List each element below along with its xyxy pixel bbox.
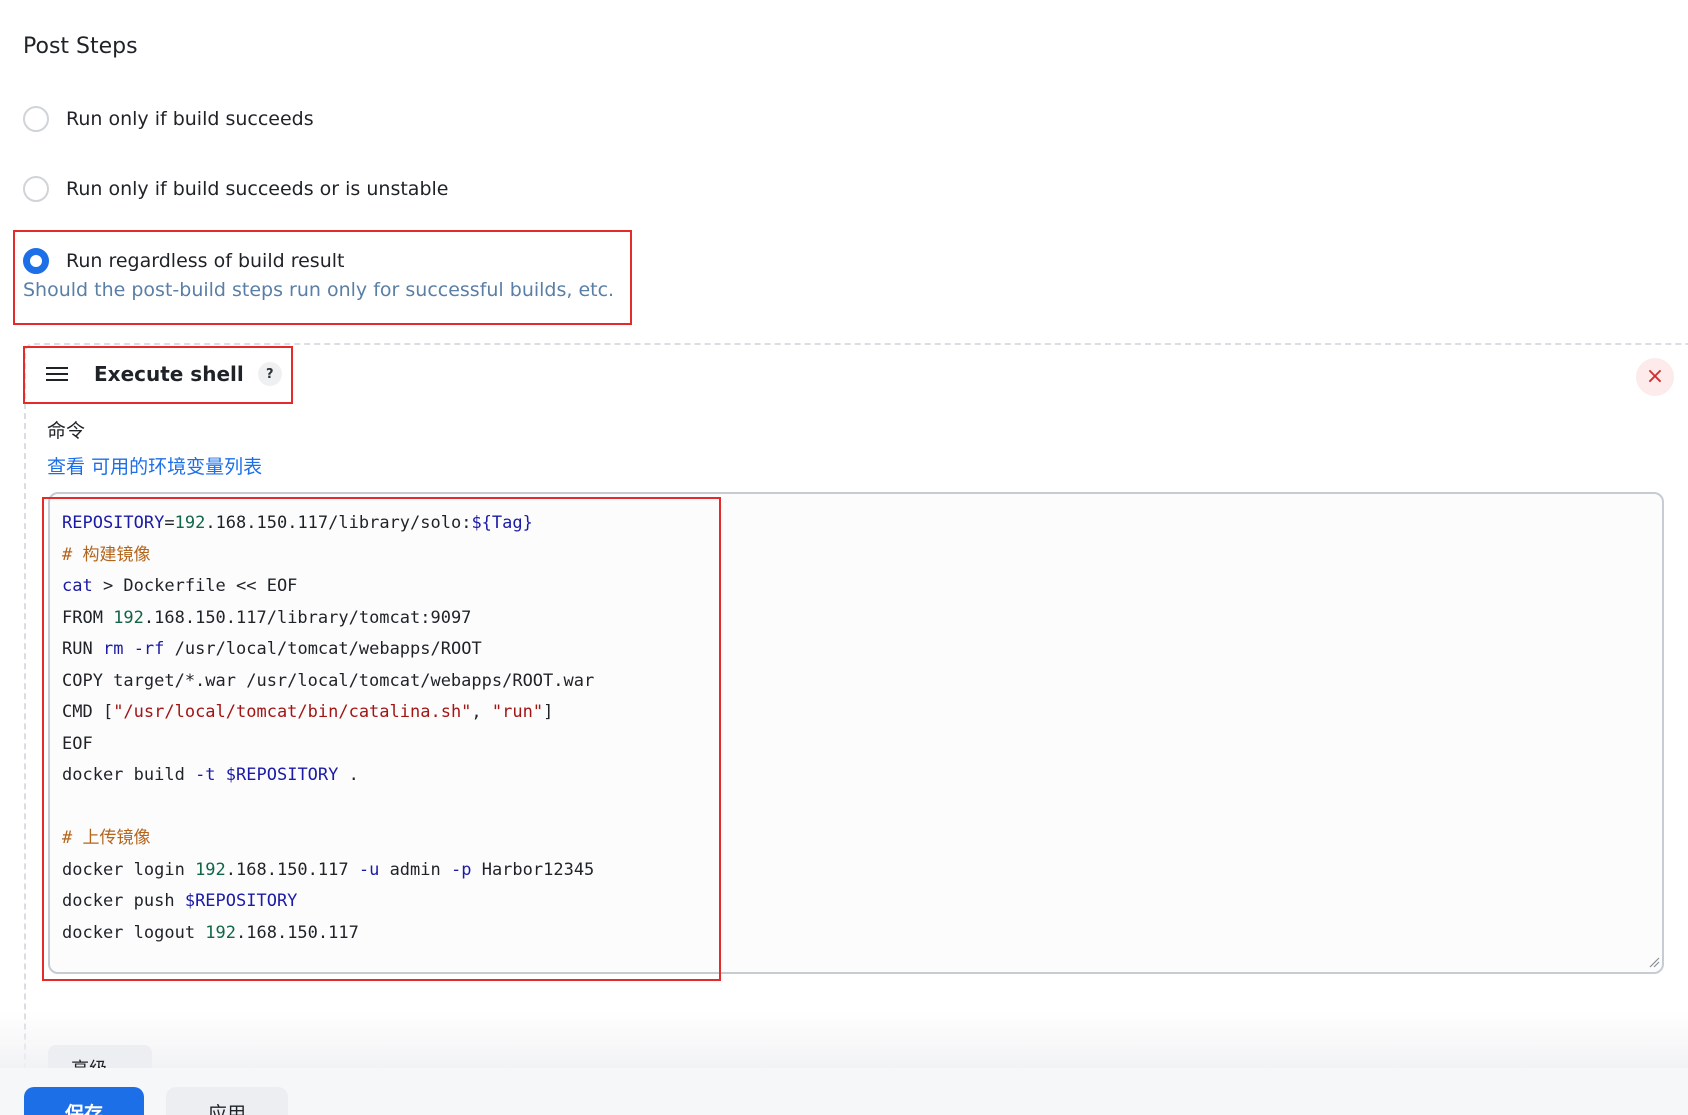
save-button[interactable]: 保存: [24, 1087, 144, 1115]
apply-button[interactable]: 应用: [166, 1087, 288, 1115]
highlight-box-radio: [13, 230, 632, 325]
env-link-prefix: 查看: [47, 456, 86, 478]
section-title: Post Steps: [23, 34, 138, 59]
close-icon[interactable]: ×: [1636, 358, 1674, 396]
radio-run-if-success-or-unstable[interactable]: Run only if build succeeds or is unstabl…: [23, 176, 448, 202]
radio-button[interactable]: [23, 176, 49, 202]
highlight-box-step-title: [23, 346, 293, 404]
radio-label: Run only if build succeeds: [66, 108, 314, 130]
highlight-box-code: [42, 497, 721, 981]
command-label: 命令: [47, 420, 86, 442]
env-vars-link[interactable]: 查看 可用的环境变量列表: [47, 452, 262, 479]
radio-run-if-success[interactable]: Run only if build succeeds: [23, 106, 314, 132]
radio-label: Run only if build succeeds or is unstabl…: [66, 178, 449, 200]
scroll-fade: [0, 1010, 1688, 1070]
env-link-text[interactable]: 可用的环境变量列表: [91, 456, 262, 478]
page: Post Steps Run only if build succeeds Ru…: [0, 0, 1688, 1115]
resize-grip-icon[interactable]: [1648, 956, 1660, 968]
radio-button[interactable]: [23, 106, 49, 132]
